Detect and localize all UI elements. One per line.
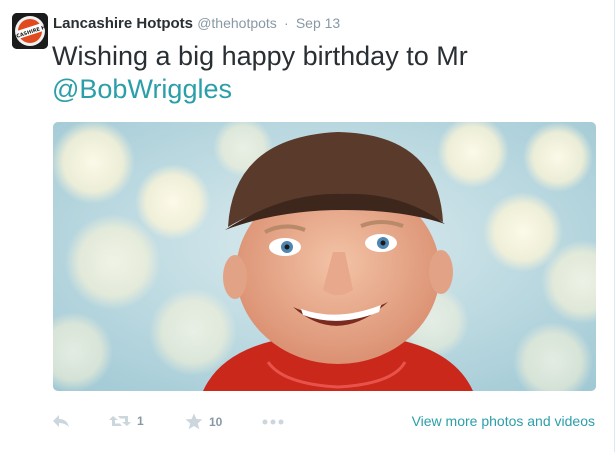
mention-link[interactable]: @BobWriggles <box>52 74 232 104</box>
star-icon <box>185 413 203 430</box>
more-button[interactable] <box>262 419 284 425</box>
retweet-button[interactable]: 1 <box>109 413 144 429</box>
view-more-photos-link[interactable]: View more photos and videos <box>412 413 595 429</box>
reply-icon <box>53 415 69 427</box>
author-name[interactable]: Lancashire Hotpots <box>53 15 193 32</box>
tweet-photo[interactable] <box>53 122 596 391</box>
author-handle[interactable]: @thehotpots <box>197 15 277 31</box>
avatar[interactable]: THE LANCASHIRE HOTPOTS <box>12 13 48 49</box>
tweet-text: Wishing a big happy birthday to Mr @BobW… <box>52 40 592 106</box>
separator-dot: · <box>283 15 289 31</box>
retweet-icon <box>109 416 131 426</box>
tweet-text-body: Wishing a big happy birthday to Mr <box>52 41 468 71</box>
more-dots-icon <box>262 419 284 425</box>
favorite-count: 10 <box>209 414 223 429</box>
favorite-button[interactable]: 10 <box>185 413 222 430</box>
tweet-actions: 1 10 View more photos and videos <box>52 411 597 435</box>
retweet-count: 1 <box>137 414 144 428</box>
tweet-header: Lancashire Hotpots @thehotpots · Sep 13 <box>53 15 340 32</box>
tweet-timestamp[interactable]: Sep 13 <box>296 15 340 31</box>
reply-button[interactable] <box>52 413 70 429</box>
tweet-card: THE LANCASHIRE HOTPOTS Lancashire Hotpot… <box>0 0 615 452</box>
